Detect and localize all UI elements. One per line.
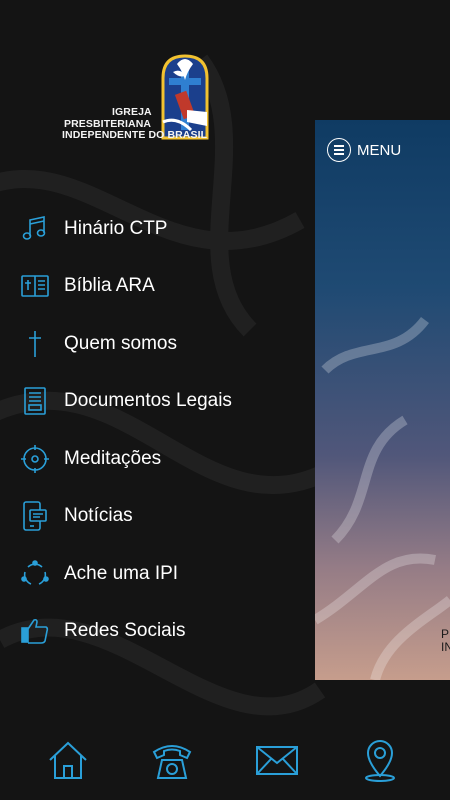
home-icon[interactable] bbox=[46, 738, 90, 782]
document-icon bbox=[24, 387, 46, 416]
network-share-icon bbox=[21, 559, 49, 585]
hamburger-icon bbox=[327, 138, 351, 162]
church-name: IGREJA PRESBITERIANA INDEPENDENTE DO BRA… bbox=[62, 106, 212, 142]
menu-item-ache-ipi[interactable]: Ache uma IPI bbox=[0, 545, 310, 603]
main-content-panel[interactable]: MENU P IN bbox=[315, 120, 450, 680]
logo-line-3: INDEPENDENTE DO BRASIL bbox=[62, 129, 208, 141]
menu-item-documentos[interactable]: Documentos Legais bbox=[0, 373, 310, 431]
phone-news-icon bbox=[23, 501, 47, 532]
panel-footer-text: P IN bbox=[441, 628, 450, 654]
menu-button[interactable]: MENU bbox=[327, 138, 401, 162]
compass-target-icon bbox=[21, 444, 49, 473]
decorative-pattern bbox=[315, 316, 450, 680]
panel-footer-line-2: IN bbox=[441, 640, 450, 654]
menu-item-hinario[interactable]: Hinário CTP bbox=[0, 200, 310, 258]
logo-line-1: IGREJA bbox=[112, 106, 152, 118]
menu-item-quem-somos[interactable]: Quem somos bbox=[0, 315, 310, 373]
thumbs-up-icon bbox=[21, 619, 49, 645]
menu-item-label: Meditações bbox=[64, 447, 162, 469]
menu-item-label: Bíblia ARA bbox=[64, 275, 155, 297]
menu-item-label: Notícias bbox=[64, 505, 133, 527]
menu-item-label: Ache uma IPI bbox=[64, 562, 179, 584]
location-pin-icon[interactable] bbox=[358, 738, 402, 782]
menu-item-noticias[interactable]: Notícias bbox=[0, 488, 310, 546]
menu-item-biblia[interactable]: Bíblia ARA bbox=[0, 258, 310, 316]
menu-item-meditacoes[interactable]: Meditações bbox=[0, 430, 310, 488]
bible-book-icon bbox=[21, 275, 49, 298]
side-menu: Hinário CTP Bíblia ARA Quem somos Docume… bbox=[0, 200, 310, 660]
menu-item-label: Quem somos bbox=[64, 332, 177, 354]
cross-icon bbox=[29, 330, 41, 357]
bottom-toolbar bbox=[0, 730, 450, 790]
menu-item-label: Hinário CTP bbox=[64, 217, 168, 239]
menu-item-label: Documentos Legais bbox=[64, 390, 232, 412]
menu-item-label: Redes Sociais bbox=[64, 620, 186, 642]
mail-icon[interactable] bbox=[255, 738, 299, 782]
menu-button-label: MENU bbox=[357, 141, 402, 159]
telephone-icon[interactable] bbox=[150, 738, 194, 782]
music-note-icon bbox=[22, 215, 46, 240]
menu-item-redes-sociais[interactable]: Redes Sociais bbox=[0, 603, 310, 661]
